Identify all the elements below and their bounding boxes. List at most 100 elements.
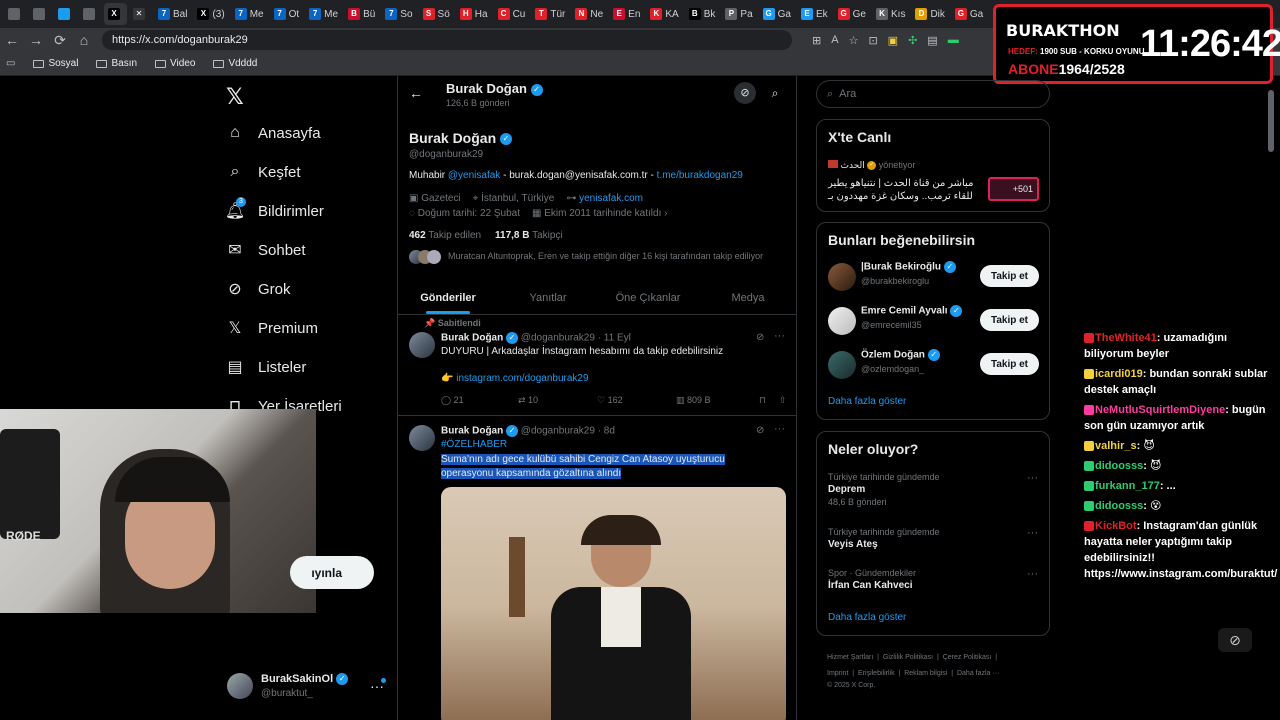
browser-tab[interactable]: ✕ bbox=[129, 3, 152, 25]
suggest-show-more[interactable]: Daha fazla göster bbox=[828, 396, 906, 407]
browser-tab[interactable]: 7 Me bbox=[305, 3, 342, 25]
bookmark-icon[interactable]: ⊓ bbox=[759, 395, 779, 406]
browser-tab[interactable]: K KA bbox=[646, 3, 682, 25]
page-scrollbar[interactable] bbox=[1268, 90, 1274, 152]
share-icon[interactable]: ⇧ bbox=[779, 395, 787, 406]
post-button[interactable]: ıyınla bbox=[290, 556, 374, 589]
search-input[interactable]: ⌕ Ara bbox=[816, 80, 1050, 108]
browser-tab[interactable] bbox=[4, 3, 27, 25]
footer-link[interactable]: Imprint bbox=[827, 670, 848, 677]
trends-show-more[interactable]: Daha fazla göster bbox=[828, 612, 906, 623]
grok-explain-icon[interactable]: ⊘ bbox=[756, 425, 764, 436]
extension-icon[interactable]: ▣ bbox=[888, 34, 898, 47]
follow-button[interactable]: Takip et bbox=[980, 265, 1039, 287]
browser-tab[interactable]: C Cu bbox=[494, 3, 530, 25]
tab-replies[interactable]: Yanıtlar bbox=[498, 281, 598, 314]
suggest-avatar[interactable] bbox=[828, 263, 856, 291]
like-button[interactable]: ♡ 162 bbox=[597, 395, 676, 406]
browser-tab[interactable]: HHa bbox=[456, 3, 492, 25]
tweet-more-icon[interactable]: ··· bbox=[774, 330, 785, 342]
tweet-avatar[interactable] bbox=[409, 425, 435, 451]
extension-icon[interactable]: ⊡ bbox=[868, 34, 877, 47]
browser-tab[interactable]: G Ge bbox=[834, 3, 870, 25]
trend-more-icon[interactable]: ··· bbox=[1027, 527, 1038, 539]
tweet-hashtag[interactable]: #ÖZELHABER bbox=[441, 439, 507, 450]
browser-tab[interactable]: X (3) bbox=[193, 3, 228, 25]
browser-tab[interactable]: S Sö bbox=[419, 3, 454, 25]
extension-icon[interactable]: ▬ bbox=[948, 34, 959, 47]
browser-tab[interactable]: D Dik bbox=[911, 3, 948, 25]
tab-search-icon[interactable]: ▭ bbox=[6, 58, 15, 69]
tab-media[interactable]: Medya bbox=[698, 281, 796, 314]
url-field[interactable]: https://x.com/doganburak29 bbox=[102, 30, 792, 50]
browser-tab[interactable] bbox=[29, 3, 52, 25]
bookmark-video[interactable]: Video bbox=[155, 58, 195, 69]
footer-link[interactable]: Daha fazla ··· bbox=[957, 670, 999, 677]
trend-more-icon[interactable]: ··· bbox=[1027, 472, 1038, 484]
follow-button[interactable]: Takip et bbox=[980, 353, 1039, 375]
trend-item[interactable]: Spor · Gündemdekiler İrfan Can Kahveci bbox=[828, 568, 1028, 593]
nav-item-anasayfa[interactable]: ⌂ Anasayfa bbox=[226, 124, 320, 142]
browser-tab[interactable]: N Ne bbox=[571, 3, 607, 25]
account-switcher[interactable]: BurakSakinOl ✓ @buraktut_ bbox=[261, 673, 349, 699]
footer-link[interactable]: Hizmet Şartları bbox=[827, 654, 873, 661]
tweet[interactable]: Burak Doğan ✓ @doganburak29 · 8d ⊘ ··· #… bbox=[398, 417, 796, 720]
extension-icon[interactable]: ⊞ bbox=[812, 34, 821, 47]
footer-link[interactable]: Erişilebilirlik bbox=[858, 670, 895, 677]
nav-item-premium[interactable]: 𝕏 Premium bbox=[226, 319, 318, 338]
nav-item-keşfet[interactable]: ⌕ Keşfet bbox=[226, 163, 301, 181]
browser-tab[interactable] bbox=[54, 3, 77, 25]
footer-link[interactable]: Reklam bilgisi bbox=[904, 670, 947, 677]
x-logo-icon[interactable]: 𝕏 bbox=[226, 84, 244, 110]
browser-tab[interactable]: 7 So bbox=[381, 3, 416, 25]
extension-icon[interactable]: ✣ bbox=[908, 34, 917, 47]
browser-tab[interactable]: G Ga bbox=[759, 3, 795, 25]
tweet-more-icon[interactable]: ··· bbox=[774, 423, 785, 435]
bio-mention-link[interactable]: @yenisafak bbox=[448, 170, 500, 181]
browser-tab[interactable] bbox=[79, 3, 102, 25]
trend-item[interactable]: Türkiye tarihinde gündemde Deprem 48,6 B… bbox=[828, 472, 1028, 507]
nav-item-listeler[interactable]: ▤ Listeler bbox=[226, 358, 306, 377]
follow-button[interactable]: Takip et bbox=[980, 309, 1039, 331]
views-button[interactable]: ▥ 809 B bbox=[676, 395, 759, 406]
nav-item-bildirimler[interactable]: 🔔︎ 3 Bildirimler bbox=[225, 197, 324, 220]
browser-tab[interactable]: 7 Me bbox=[231, 3, 268, 25]
tab-highlights[interactable]: Öne Çıkanlar bbox=[598, 281, 698, 314]
browser-tab[interactable]: K Kıs bbox=[872, 3, 909, 25]
browser-tab[interactable]: P Pa bbox=[721, 3, 756, 25]
browser-tab[interactable]: B Bk bbox=[685, 3, 720, 25]
footer-link[interactable]: Çerez Politikası bbox=[943, 654, 992, 661]
account-avatar[interactable] bbox=[227, 673, 253, 699]
reply-button[interactable]: ◯ 21 bbox=[441, 395, 518, 406]
back-arrow-icon[interactable]: ← bbox=[409, 85, 423, 101]
nav-item-sohbet[interactable]: ✉ Sohbet bbox=[226, 241, 305, 260]
retweet-button[interactable]: ⇄ 10 bbox=[518, 395, 597, 406]
followed-by-text[interactable]: Muratcan Altuntoprak, Eren ve takip etti… bbox=[448, 251, 793, 261]
trend-more-icon[interactable]: ··· bbox=[1027, 568, 1038, 580]
browser-tab[interactable]: 7 Bal bbox=[154, 3, 191, 25]
trend-item[interactable]: Türkiye tarihinde gündemde Veyis Ateş bbox=[828, 527, 1028, 552]
suggest-avatar[interactable] bbox=[828, 307, 856, 335]
followers-link[interactable]: 117,8 B Takipçi bbox=[495, 230, 563, 241]
suggest-user-name[interactable]: Özlem Doğan ✓ bbox=[861, 349, 940, 361]
browser-tab[interactable]: 7 Ot bbox=[270, 3, 304, 25]
grok-explain-icon[interactable]: ⊘ bbox=[756, 332, 764, 343]
tweet-pinned[interactable]: 📌 Sabitlendi Burak Doğan ✓ @doganburak29… bbox=[398, 315, 796, 416]
home-button[interactable]: ⌂ bbox=[72, 28, 96, 52]
suggest-user-name[interactable]: Emre Cemil Ayvalı ✓ bbox=[861, 305, 963, 317]
footer-link[interactable]: Gizlilik Politikası bbox=[883, 654, 933, 661]
website-link[interactable]: yenisafak.com bbox=[579, 193, 643, 204]
forward-button[interactable]: → bbox=[24, 28, 48, 52]
bookmark-basin[interactable]: Basın bbox=[96, 58, 137, 69]
grok-icon[interactable]: ⊘ bbox=[734, 82, 756, 104]
following-link[interactable]: 462 Takip edilen bbox=[409, 230, 481, 241]
bio-telegram-link[interactable]: t.me/burakdogan29 bbox=[657, 170, 743, 181]
tweet-image[interactable] bbox=[441, 487, 786, 720]
bookmark-vdddd[interactable]: Vdddd bbox=[213, 58, 257, 69]
browser-tab[interactable]: E Ek bbox=[797, 3, 832, 25]
browser-tab[interactable]: G Ga bbox=[951, 3, 987, 25]
suggest-user-name[interactable]: |Burak Bekiroğlu ✓ bbox=[861, 261, 956, 273]
browser-tab[interactable]: T Tür bbox=[531, 3, 569, 25]
instagram-link[interactable]: instagram.com/doganburak29 bbox=[456, 373, 588, 384]
back-button[interactable]: ← bbox=[0, 28, 24, 52]
